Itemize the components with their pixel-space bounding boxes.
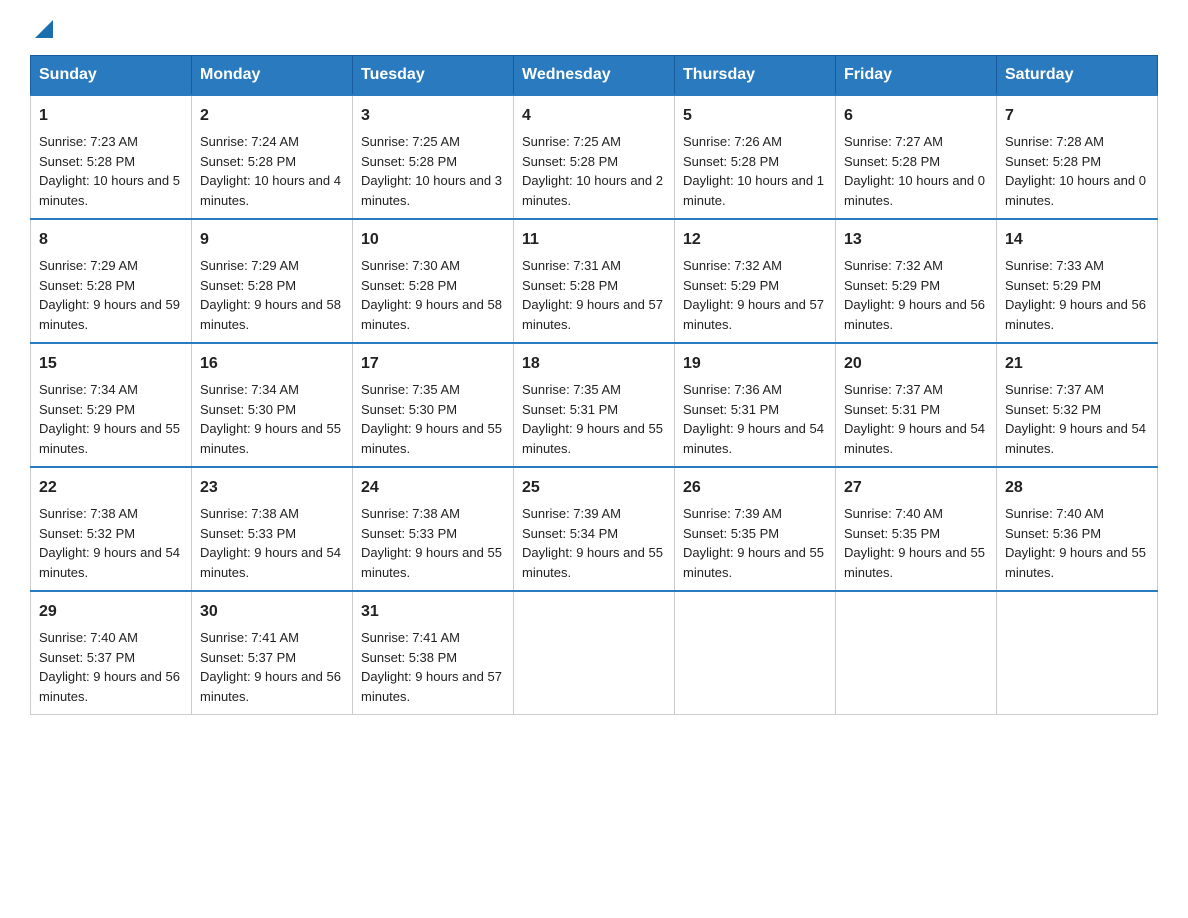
weekday-header-monday: Monday — [192, 56, 353, 96]
calendar-cell: 8Sunrise: 7:29 AMSunset: 5:28 PMDaylight… — [31, 219, 192, 343]
calendar-cell: 27Sunrise: 7:40 AMSunset: 5:35 PMDayligh… — [836, 467, 997, 591]
day-number: 18 — [522, 352, 666, 376]
day-number: 3 — [361, 104, 505, 128]
day-number: 19 — [683, 352, 827, 376]
day-number: 2 — [200, 104, 344, 128]
calendar-body: 1Sunrise: 7:23 AMSunset: 5:28 PMDaylight… — [31, 95, 1158, 715]
calendar-week-1: 1Sunrise: 7:23 AMSunset: 5:28 PMDaylight… — [31, 95, 1158, 219]
calendar-cell — [836, 591, 997, 715]
weekday-header-friday: Friday — [836, 56, 997, 96]
calendar-cell: 2Sunrise: 7:24 AMSunset: 5:28 PMDaylight… — [192, 95, 353, 219]
calendar-cell: 29Sunrise: 7:40 AMSunset: 5:37 PMDayligh… — [31, 591, 192, 715]
calendar-week-5: 29Sunrise: 7:40 AMSunset: 5:37 PMDayligh… — [31, 591, 1158, 715]
calendar-cell: 11Sunrise: 7:31 AMSunset: 5:28 PMDayligh… — [514, 219, 675, 343]
day-number: 4 — [522, 104, 666, 128]
day-number: 30 — [200, 600, 344, 624]
calendar-cell: 13Sunrise: 7:32 AMSunset: 5:29 PMDayligh… — [836, 219, 997, 343]
calendar-cell: 31Sunrise: 7:41 AMSunset: 5:38 PMDayligh… — [353, 591, 514, 715]
calendar-cell: 3Sunrise: 7:25 AMSunset: 5:28 PMDaylight… — [353, 95, 514, 219]
page-header — [30, 20, 1158, 35]
calendar-cell: 26Sunrise: 7:39 AMSunset: 5:35 PMDayligh… — [675, 467, 836, 591]
day-number: 20 — [844, 352, 988, 376]
calendar-table: SundayMondayTuesdayWednesdayThursdayFrid… — [30, 55, 1158, 715]
calendar-cell: 21Sunrise: 7:37 AMSunset: 5:32 PMDayligh… — [997, 343, 1158, 467]
day-number: 25 — [522, 476, 666, 500]
day-number: 26 — [683, 476, 827, 500]
day-number: 24 — [361, 476, 505, 500]
weekday-header-saturday: Saturday — [997, 56, 1158, 96]
calendar-cell: 10Sunrise: 7:30 AMSunset: 5:28 PMDayligh… — [353, 219, 514, 343]
calendar-cell: 17Sunrise: 7:35 AMSunset: 5:30 PMDayligh… — [353, 343, 514, 467]
calendar-cell: 30Sunrise: 7:41 AMSunset: 5:37 PMDayligh… — [192, 591, 353, 715]
day-number: 15 — [39, 352, 183, 376]
calendar-cell — [997, 591, 1158, 715]
logo-triangle-icon — [35, 20, 53, 43]
day-number: 31 — [361, 600, 505, 624]
weekday-header-wednesday: Wednesday — [514, 56, 675, 96]
day-number: 6 — [844, 104, 988, 128]
day-number: 9 — [200, 228, 344, 252]
calendar-cell: 12Sunrise: 7:32 AMSunset: 5:29 PMDayligh… — [675, 219, 836, 343]
calendar-cell: 4Sunrise: 7:25 AMSunset: 5:28 PMDaylight… — [514, 95, 675, 219]
day-number: 11 — [522, 228, 666, 252]
calendar-cell: 7Sunrise: 7:28 AMSunset: 5:28 PMDaylight… — [997, 95, 1158, 219]
calendar-cell: 22Sunrise: 7:38 AMSunset: 5:32 PMDayligh… — [31, 467, 192, 591]
calendar-header: SundayMondayTuesdayWednesdayThursdayFrid… — [31, 56, 1158, 96]
day-number: 27 — [844, 476, 988, 500]
day-number: 21 — [1005, 352, 1149, 376]
day-number: 10 — [361, 228, 505, 252]
logo — [30, 20, 53, 35]
day-number: 14 — [1005, 228, 1149, 252]
day-number: 29 — [39, 600, 183, 624]
day-number: 7 — [1005, 104, 1149, 128]
calendar-week-3: 15Sunrise: 7:34 AMSunset: 5:29 PMDayligh… — [31, 343, 1158, 467]
day-number: 22 — [39, 476, 183, 500]
calendar-cell: 9Sunrise: 7:29 AMSunset: 5:28 PMDaylight… — [192, 219, 353, 343]
calendar-cell: 24Sunrise: 7:38 AMSunset: 5:33 PMDayligh… — [353, 467, 514, 591]
day-number: 1 — [39, 104, 183, 128]
calendar-cell — [514, 591, 675, 715]
calendar-cell: 5Sunrise: 7:26 AMSunset: 5:28 PMDaylight… — [675, 95, 836, 219]
day-number: 17 — [361, 352, 505, 376]
calendar-cell: 20Sunrise: 7:37 AMSunset: 5:31 PMDayligh… — [836, 343, 997, 467]
day-number: 23 — [200, 476, 344, 500]
calendar-cell — [675, 591, 836, 715]
calendar-cell: 18Sunrise: 7:35 AMSunset: 5:31 PMDayligh… — [514, 343, 675, 467]
calendar-cell: 16Sunrise: 7:34 AMSunset: 5:30 PMDayligh… — [192, 343, 353, 467]
calendar-cell: 28Sunrise: 7:40 AMSunset: 5:36 PMDayligh… — [997, 467, 1158, 591]
calendar-cell: 6Sunrise: 7:27 AMSunset: 5:28 PMDaylight… — [836, 95, 997, 219]
weekday-header-sunday: Sunday — [31, 56, 192, 96]
calendar-week-2: 8Sunrise: 7:29 AMSunset: 5:28 PMDaylight… — [31, 219, 1158, 343]
calendar-week-4: 22Sunrise: 7:38 AMSunset: 5:32 PMDayligh… — [31, 467, 1158, 591]
calendar-cell: 15Sunrise: 7:34 AMSunset: 5:29 PMDayligh… — [31, 343, 192, 467]
weekday-header-tuesday: Tuesday — [353, 56, 514, 96]
weekday-header-thursday: Thursday — [675, 56, 836, 96]
day-number: 12 — [683, 228, 827, 252]
calendar-cell: 14Sunrise: 7:33 AMSunset: 5:29 PMDayligh… — [997, 219, 1158, 343]
day-number: 28 — [1005, 476, 1149, 500]
day-number: 8 — [39, 228, 183, 252]
calendar-cell: 19Sunrise: 7:36 AMSunset: 5:31 PMDayligh… — [675, 343, 836, 467]
day-number: 5 — [683, 104, 827, 128]
calendar-cell: 25Sunrise: 7:39 AMSunset: 5:34 PMDayligh… — [514, 467, 675, 591]
day-number: 16 — [200, 352, 344, 376]
calendar-cell: 23Sunrise: 7:38 AMSunset: 5:33 PMDayligh… — [192, 467, 353, 591]
day-number: 13 — [844, 228, 988, 252]
calendar-cell: 1Sunrise: 7:23 AMSunset: 5:28 PMDaylight… — [31, 95, 192, 219]
